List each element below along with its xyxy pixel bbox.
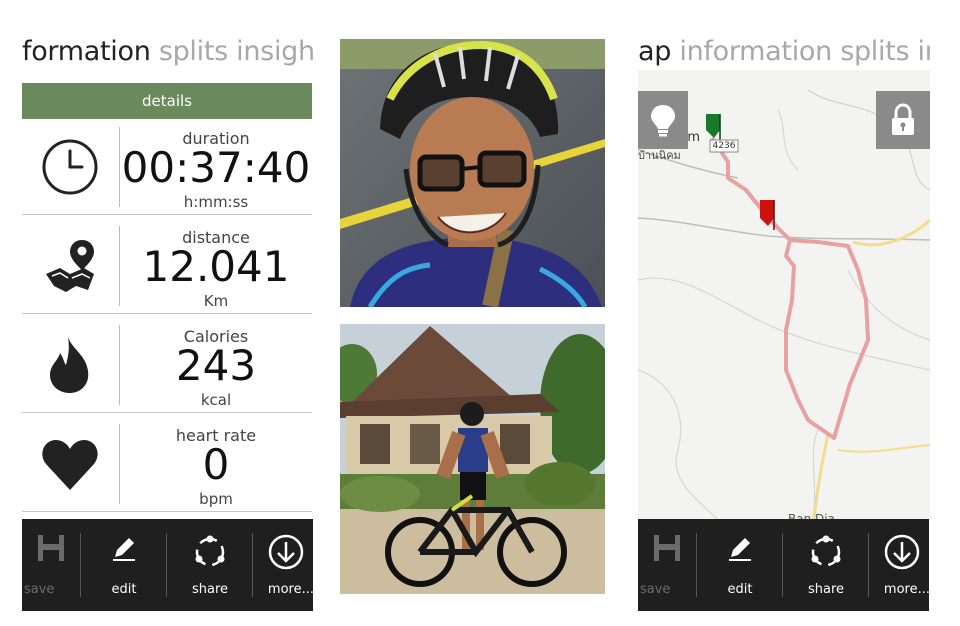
pencil-icon — [725, 533, 755, 567]
stat-value: 0 — [202, 440, 230, 489]
workout-details-panel: formation splits insight r details durat… — [22, 0, 314, 626]
lightbulb-icon — [651, 105, 675, 137]
lightbulb-button[interactable] — [638, 91, 688, 149]
lock-button[interactable] — [876, 91, 930, 149]
route-map[interactable]: 4236 n Nikhom บ้านนิคม Ban Dia — [638, 70, 930, 520]
more-button[interactable]: more... — [874, 519, 930, 611]
selfie-photo — [340, 39, 605, 307]
app-bar: save edit share more... — [22, 519, 314, 611]
workout-map-panel: ap information splits ins 4236 บ้านนิคม … — [638, 0, 930, 626]
share-icon — [807, 533, 845, 575]
save-icon — [36, 533, 66, 567]
app-bar: save edit share more... — [638, 519, 930, 611]
stat-row-heart-rate: heart rate 0 bpm — [22, 416, 312, 512]
share-icon — [191, 533, 229, 575]
edit-button[interactable]: edit — [88, 519, 160, 611]
pivot-header[interactable]: formation splits insight r — [22, 36, 314, 67]
pencil-icon — [109, 533, 139, 567]
pivot-header[interactable]: ap information splits ins — [638, 36, 930, 67]
edit-button[interactable]: edit — [704, 519, 776, 611]
lock-icon — [892, 103, 914, 135]
pivot-item-map[interactable]: ap — [638, 36, 671, 67]
pivot-item-information[interactable]: formation — [22, 36, 151, 67]
clock-icon — [22, 119, 118, 215]
save-button[interactable]: save — [22, 519, 80, 611]
stat-unit: bpm — [199, 490, 233, 508]
pivot-items-inactive[interactable]: information splits ins — [679, 36, 930, 67]
road-number-label: 4236 — [712, 141, 736, 151]
save-button[interactable]: save — [638, 519, 696, 611]
stat-row-calories: Calories 243 kcal — [22, 317, 312, 413]
stat-unit: h:mm:ss — [183, 193, 249, 211]
save-icon — [652, 533, 682, 567]
download-circle-icon — [267, 533, 305, 575]
stat-value: 12.041 — [142, 242, 290, 291]
download-circle-icon — [883, 533, 921, 575]
details-header-bar: details — [22, 83, 312, 119]
more-button[interactable]: more... — [258, 519, 314, 611]
bike-photo — [340, 324, 605, 594]
map-pin-icon — [22, 218, 118, 314]
stat-unit: Km — [203, 292, 229, 310]
share-button[interactable]: share — [790, 519, 862, 611]
stat-row-duration: duration 00:37:40 h:mm:ss — [22, 119, 312, 215]
pivot-items-inactive[interactable]: splits insight r — [159, 36, 314, 67]
stat-unit: kcal — [200, 391, 232, 409]
share-button[interactable]: share — [174, 519, 246, 611]
stat-value: 243 — [175, 341, 257, 390]
stat-row-distance: distance 12.041 Km — [22, 218, 312, 314]
heart-icon — [22, 416, 118, 512]
stat-value: 00:37:40 — [121, 143, 311, 192]
flame-icon — [22, 317, 118, 413]
